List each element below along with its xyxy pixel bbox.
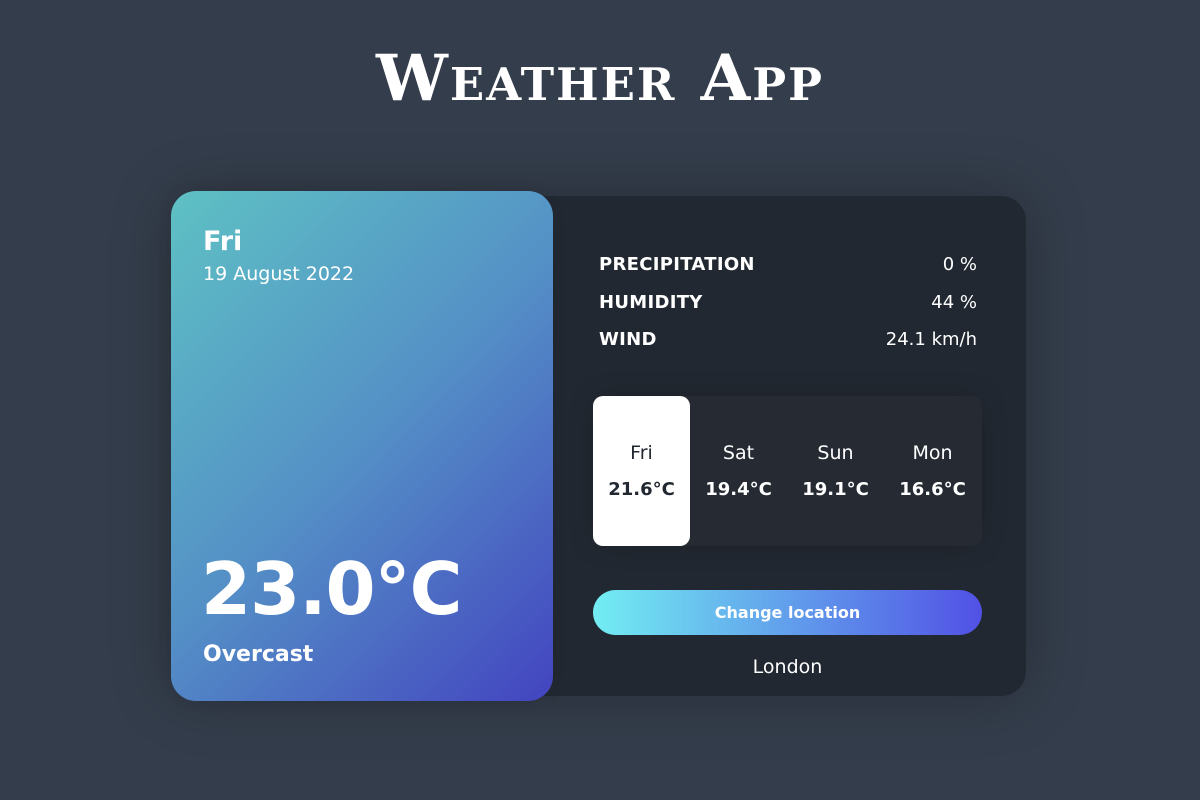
forecast-day-sun[interactable]: Sun 19.1°C xyxy=(787,396,884,546)
stat-value: 24.1 km/h xyxy=(885,329,977,351)
forecast-day-temp: 19.1°C xyxy=(802,479,869,500)
forecast-list: Fri 21.6°C Sat 19.4°C Sun 19.1°C Mon 16.… xyxy=(593,396,982,546)
forecast-day-label: Fri xyxy=(630,442,653,464)
forecast-day-label: Mon xyxy=(912,442,953,464)
stat-value: 44 % xyxy=(931,291,977,313)
current-weather-card: Fri 19 August 2022 23.0°C Overcast xyxy=(171,191,553,701)
stat-label: PRECIPITATION xyxy=(599,254,755,276)
current-day-name: Fri xyxy=(203,226,243,257)
forecast-day-temp: 21.6°C xyxy=(608,479,675,500)
weather-stats: PRECIPITATION 0 % HUMIDITY 44 % WIND 24.… xyxy=(599,246,977,359)
forecast-day-fri[interactable]: Fri 21.6°C xyxy=(593,396,690,546)
stat-wind: WIND 24.1 km/h xyxy=(599,321,977,359)
forecast-day-sat[interactable]: Sat 19.4°C xyxy=(690,396,787,546)
stat-label: WIND xyxy=(599,329,657,351)
page: Weather App Fri 19 August 2022 23.0°C Ov… xyxy=(0,0,1200,800)
current-date: 19 August 2022 xyxy=(203,263,355,285)
stat-label: HUMIDITY xyxy=(599,291,703,313)
forecast-day-temp: 16.6°C xyxy=(899,479,966,500)
current-temperature: 23.0°C xyxy=(201,547,462,631)
forecast-day-temp: 19.4°C xyxy=(705,479,772,500)
info-panel: PRECIPITATION 0 % HUMIDITY 44 % WIND 24.… xyxy=(553,196,1026,696)
current-condition: Overcast xyxy=(203,642,314,667)
location-name: London xyxy=(752,656,823,678)
forecast-day-mon[interactable]: Mon 16.6°C xyxy=(884,396,981,546)
app-title: Weather App xyxy=(376,41,824,116)
forecast-day-label: Sat xyxy=(722,442,755,464)
stat-value: 0 % xyxy=(942,254,977,276)
stat-humidity: HUMIDITY 44 % xyxy=(599,284,977,322)
stat-precipitation: PRECIPITATION 0 % xyxy=(599,246,977,284)
change-location-button[interactable]: Change location xyxy=(593,590,982,635)
forecast-day-label: Sun xyxy=(817,442,854,464)
